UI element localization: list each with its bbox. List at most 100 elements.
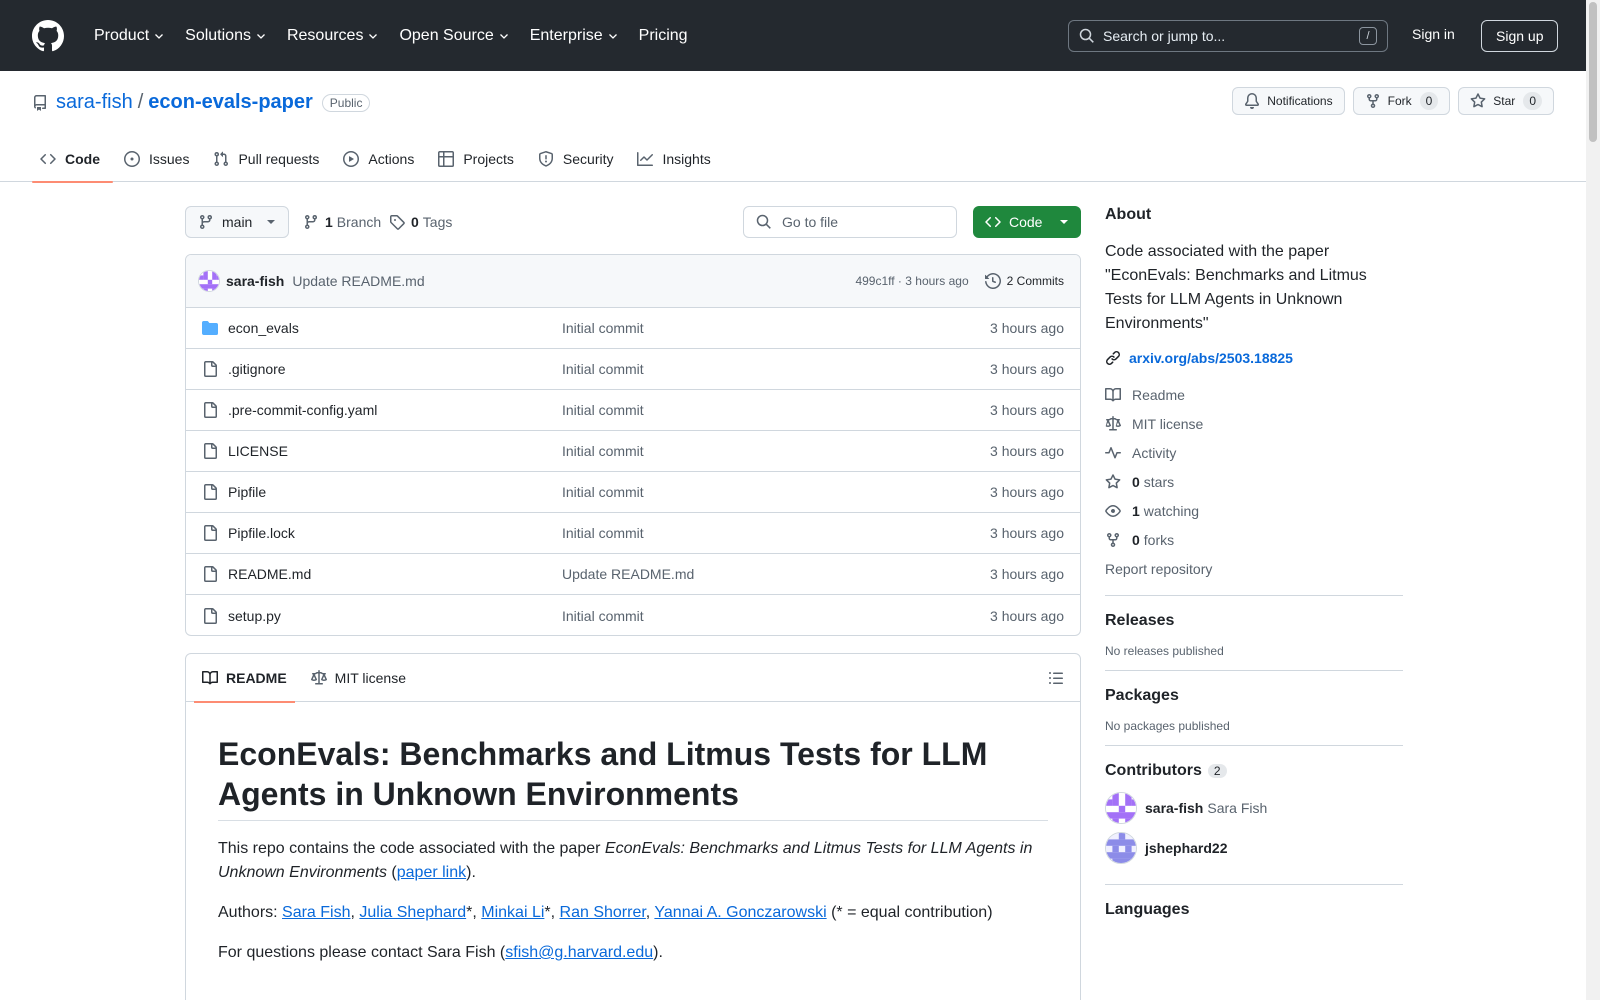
homepage-link[interactable]: arxiv.org/abs/2503.18825 (1105, 350, 1403, 366)
readme-contact: For questions please contact Sara Fish (… (218, 944, 663, 961)
repo-owner-link[interactable]: sara-fish (56, 91, 133, 114)
identicon-icon (1106, 793, 1136, 823)
tab-pull-requests[interactable]: Pull requests (205, 135, 332, 182)
star-icon (1470, 93, 1486, 108)
contributor-item[interactable]: sara-fish Sara Fish (1105, 792, 1403, 824)
author-link[interactable]: Ran Shorrer (560, 904, 646, 921)
author-link[interactable]: Minkai Li (481, 904, 544, 921)
file-name-link[interactable]: LICENSE (228, 443, 562, 459)
file-commit-time: 3 hours ago (990, 320, 1064, 336)
forks-link[interactable]: 0 forks (1105, 525, 1403, 554)
commit-author-link[interactable]: sara-fish (226, 273, 284, 289)
file-commit-message-link[interactable]: Initial commit (562, 402, 990, 418)
divider (1105, 884, 1403, 885)
file-rows: econ_evals Initial commit 3 hours ago .giti… (186, 308, 1080, 635)
tab-security[interactable]: Security (530, 135, 627, 182)
releases-heading[interactable]: Releases (1105, 612, 1403, 630)
tab-projects[interactable]: Projects (430, 135, 527, 182)
file-name-link[interactable]: setup.py (228, 608, 562, 624)
contributors-heading[interactable]: Contributors 2 (1105, 762, 1403, 780)
commits-history-link[interactable]: 2 Commits (984, 273, 1064, 289)
nav-open-source[interactable]: Open Source (391, 27, 517, 45)
tab-insights[interactable]: Insights (629, 135, 723, 182)
file-name-link[interactable]: .gitignore (228, 361, 562, 377)
avatar[interactable] (198, 270, 220, 292)
branch-selector[interactable]: main (185, 206, 289, 238)
search-icon (756, 214, 771, 229)
star-button[interactable]: Star 0 (1458, 87, 1554, 115)
author-link[interactable]: Yannai A. Gonczarowski (654, 904, 826, 921)
license-link[interactable]: MIT license (1105, 409, 1403, 438)
notifications-button[interactable]: Notifications (1232, 87, 1345, 115)
branch-count-link[interactable]: 1 Branch (303, 214, 381, 230)
file-commit-message-link[interactable]: Update README.md (562, 566, 990, 582)
repo-tabs: Code Issues Pull requests Actions Projec… (32, 135, 727, 183)
activity-link[interactable]: Activity (1105, 438, 1403, 467)
file-commit-message-link[interactable]: Initial commit (562, 525, 990, 541)
sign-in-link[interactable]: Sign in (1412, 26, 1455, 42)
file-name-link[interactable]: Pipfile (228, 484, 562, 500)
go-to-file-input[interactable]: Go to file (743, 206, 957, 238)
scrollbar-thumb[interactable] (1589, 2, 1597, 142)
stars-link[interactable]: 0 stars (1105, 467, 1403, 496)
commit-hash-time[interactable]: 499c1ff · 3 hours ago (855, 274, 968, 288)
table-row[interactable]: econ_evals Initial commit 3 hours ago (186, 308, 1080, 349)
nav-pricing[interactable]: Pricing (631, 27, 696, 45)
list-unordered-icon[interactable] (1048, 670, 1064, 686)
latest-commit-bar: sara-fish Update README.md 499c1ff · 3 h… (186, 255, 1080, 308)
file-name-link[interactable]: econ_evals (228, 320, 562, 336)
file-name-link[interactable]: README.md (228, 566, 562, 582)
link-icon (1106, 351, 1120, 365)
packages-heading[interactable]: Packages (1105, 687, 1403, 705)
author-link[interactable]: Sara Fish (282, 904, 350, 921)
file-commit-message-link[interactable]: Initial commit (562, 484, 990, 500)
table-row[interactable]: README.md Update README.md 3 hours ago (186, 554, 1080, 595)
contributor-item[interactable]: jshephard22 (1105, 832, 1403, 864)
readme-title: EconEvals: Benchmarks and Litmus Tests f… (218, 734, 1048, 821)
table-row[interactable]: Pipfile Initial commit 3 hours ago (186, 472, 1080, 513)
fork-button[interactable]: Fork 0 (1352, 87, 1451, 115)
fork-icon (1107, 532, 1119, 547)
report-repository-link[interactable]: Report repository (1105, 554, 1403, 583)
tab-code[interactable]: Code (32, 135, 113, 183)
file-icon (204, 607, 217, 624)
search-placeholder: Search or jump to... (1103, 28, 1226, 44)
table-row[interactable]: LICENSE Initial commit 3 hours ago (186, 431, 1080, 472)
tab-issues[interactable]: Issues (116, 135, 202, 182)
table-row[interactable]: setup.py Initial commit 3 hours ago (186, 595, 1080, 635)
nav-resources[interactable]: Resources (279, 27, 387, 45)
file-commit-message-link[interactable]: Initial commit (562, 361, 990, 377)
nav-product[interactable]: Product (86, 27, 173, 45)
repo-name-link[interactable]: econ-evals-paper (148, 91, 313, 114)
table-row[interactable]: .gitignore Initial commit 3 hours ago (186, 349, 1080, 390)
file-commit-message-link[interactable]: Initial commit (562, 443, 990, 459)
file-name-link[interactable]: Pipfile.lock (228, 525, 562, 541)
file-commit-message-link[interactable]: Initial commit (562, 608, 990, 624)
file-commit-time: 3 hours ago (990, 443, 1064, 459)
file-commit-message-link[interactable]: Initial commit (562, 320, 990, 336)
file-name-link[interactable]: .pre-commit-config.yaml (228, 402, 562, 418)
sign-up-button[interactable]: Sign up (1481, 20, 1559, 52)
author-link[interactable]: Julia Shephard (359, 904, 466, 921)
branch-icon (304, 215, 317, 230)
global-search-input[interactable]: Search or jump to... / (1068, 20, 1388, 52)
readme-link[interactable]: Readme (1105, 380, 1403, 409)
watching-link[interactable]: 1 watching (1105, 496, 1403, 525)
page-scrollbar[interactable] (1586, 0, 1600, 1000)
table-row[interactable]: .pre-commit-config.yaml Initial commit 3 h… (186, 390, 1080, 431)
table-row[interactable]: Pipfile.lock Initial commit 3 hours ago (186, 513, 1080, 554)
code-dropdown-button[interactable]: Code (973, 206, 1081, 238)
tags-count-link[interactable]: 0 Tags (389, 214, 452, 230)
nav-enterprise[interactable]: Enterprise (522, 27, 627, 45)
tab-license[interactable]: MIT license (303, 654, 414, 702)
releases-empty-text: No releases published (1105, 644, 1224, 658)
law-icon (310, 669, 327, 684)
contact-email-link[interactable]: sfish@g.harvard.edu (505, 944, 653, 961)
paper-link[interactable]: paper link (397, 864, 466, 881)
tab-actions[interactable]: Actions (335, 135, 427, 182)
commit-message-link[interactable]: Update README.md (292, 273, 855, 289)
tab-readme[interactable]: README (194, 654, 295, 703)
contributor-login: sara-fish (1145, 800, 1204, 816)
github-logo-icon[interactable] (32, 19, 64, 52)
nav-solutions[interactable]: Solutions (177, 27, 275, 45)
